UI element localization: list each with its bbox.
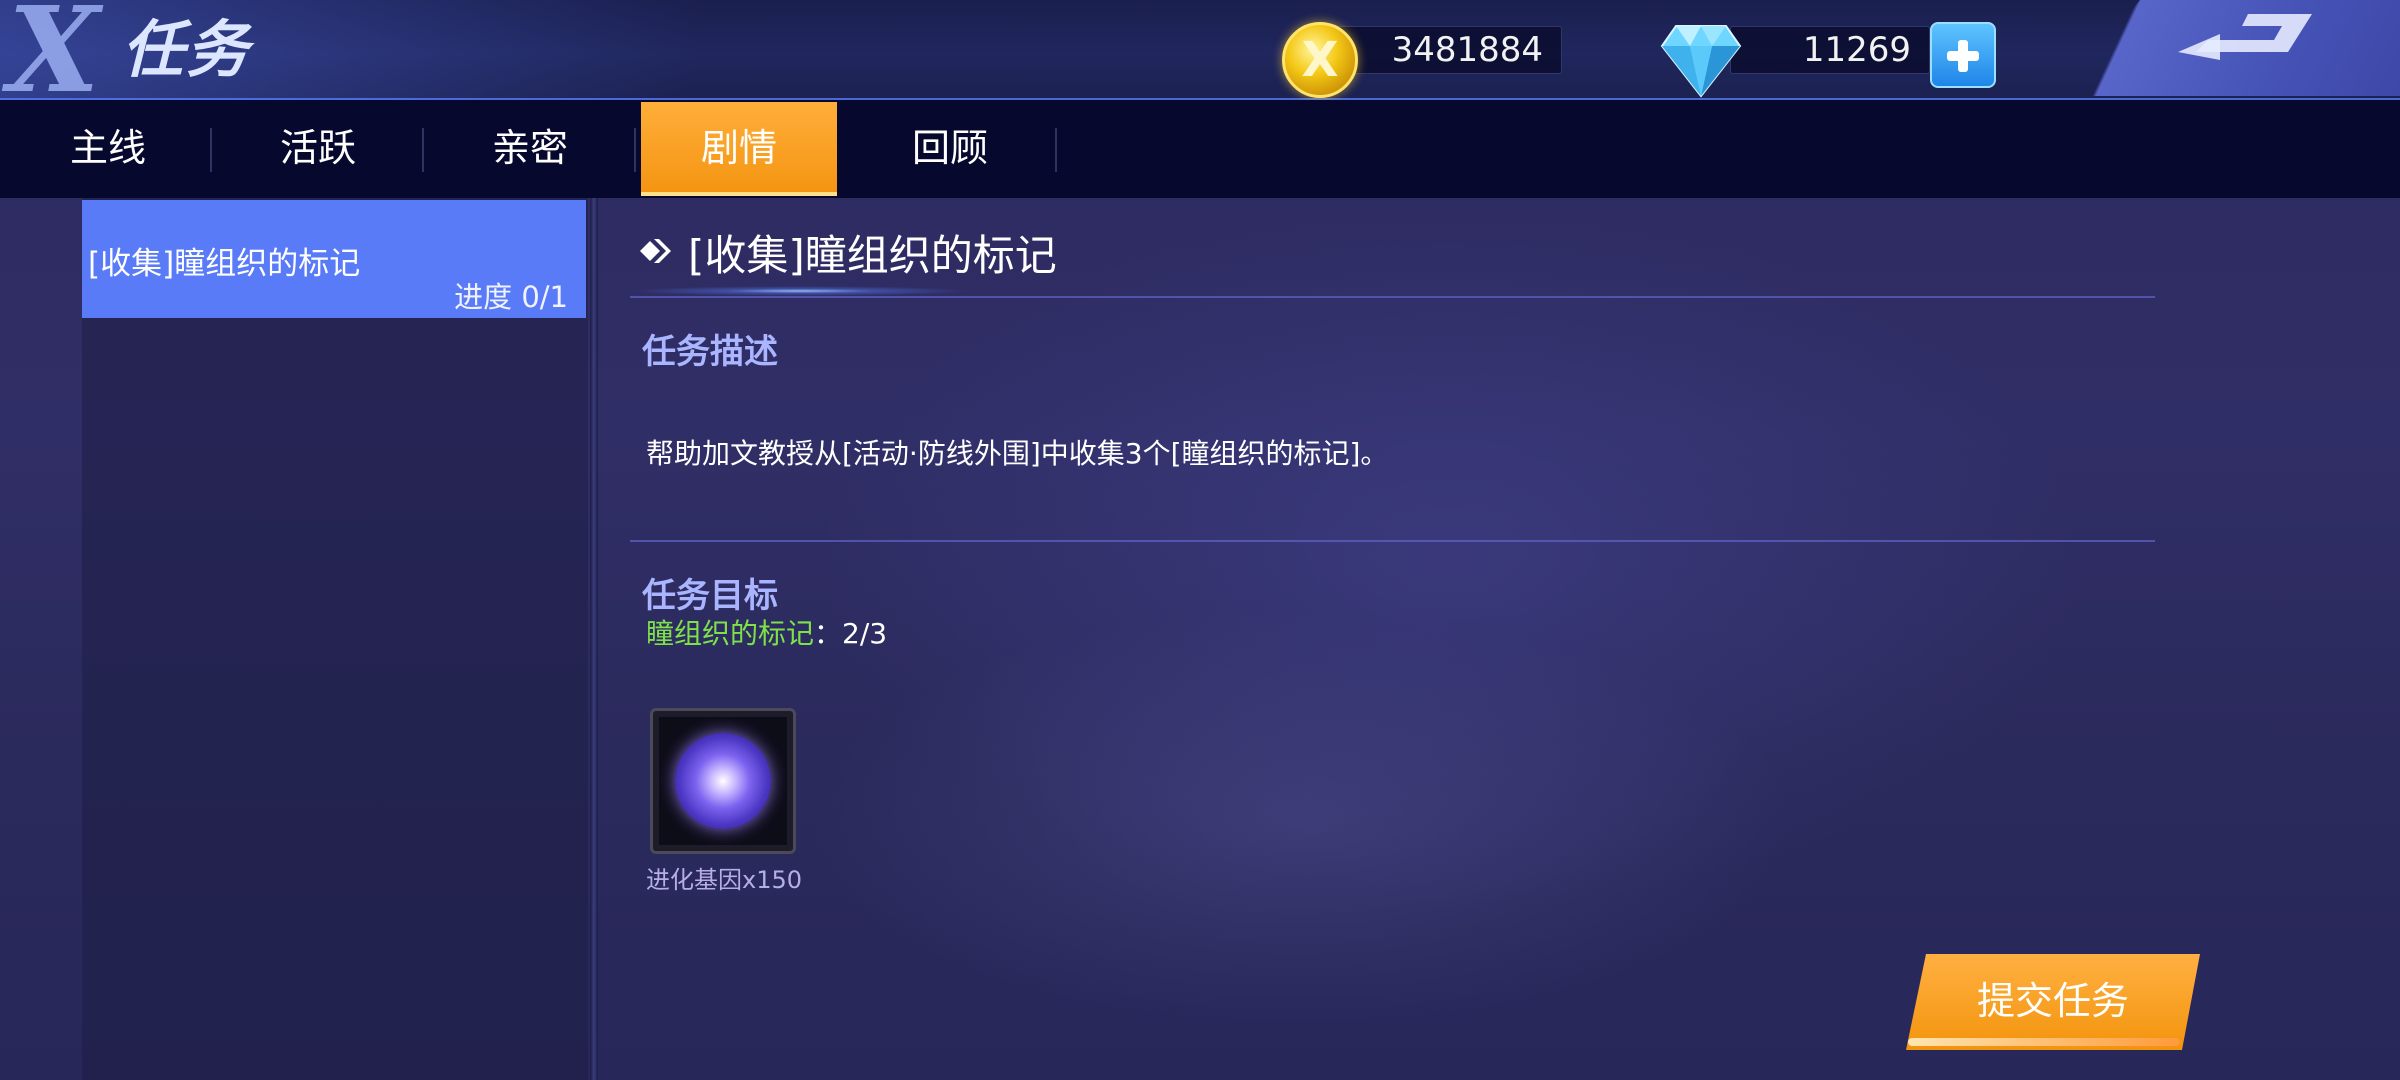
tab-review[interactable]: 回顾 [852,102,1048,196]
quest-item-title: [收集]瞳组织的标记 [88,246,361,282]
reward-label: 进化基因x150 [646,866,803,894]
gold-coin-icon: X [1282,22,1358,98]
title-glow [630,286,970,296]
objective-heading: 任务目标 [642,576,778,616]
panel-divider [590,198,598,1080]
divider-line [630,296,2155,298]
quest-detail-title: [收集]瞳组织的标记 [688,231,1057,280]
diamond-icon [1660,25,1742,98]
gold-amount: 3481884 [1322,26,1562,74]
top-bar: X 任务 3481884 X 11269 [0,0,2400,119]
reward-item-slot[interactable] [650,708,796,854]
diamond-currency: 11269 [1660,22,1996,98]
tab-divider [634,128,636,172]
submit-button-underline [1908,1038,2180,1046]
quest-list-item[interactable]: [收集]瞳组织的标记 进度 0/1 [82,200,586,318]
back-arrow-icon [2178,14,2312,60]
divider-line [630,540,2155,542]
tab-plot[interactable]: 剧情 [641,102,837,196]
diamond-amount: 11269 [1730,26,1930,74]
evolution-gene-icon [675,733,771,829]
back-button[interactable] [2060,0,2400,96]
tab-divider [1055,128,1057,172]
quest-objective: 瞳组织的标记：2/3 [646,612,887,652]
tab-divider [210,128,212,172]
tab-divider [422,128,424,172]
objective-count: 2/3 [842,617,888,650]
objective-separator: ： [814,617,843,650]
quest-item-progress: 进度 0/1 [454,280,568,314]
diamond-arrow-icon [640,239,671,263]
logo-x: X [8,0,100,119]
objective-name: 瞳组织的标记 [646,617,815,650]
gold-currency: 3481884 X [1282,22,1562,98]
tab-bar: 主线 活跃 亲密 剧情 回顾 [0,100,2400,198]
tab-main-story[interactable]: 主线 [10,102,206,196]
page-title: 任务 [122,13,251,86]
submit-quest-button[interactable]: 提交任务 [1906,954,2200,1050]
quest-description: 帮助加文教授从[活动·防线外围]中收集3个[瞳组织的标记]。 [646,437,1389,470]
quest-list: [收集]瞳组织的标记 进度 0/1 [82,198,588,1080]
add-diamond-button[interactable] [1930,22,1996,88]
tab-active[interactable]: 活跃 [220,102,416,196]
description-heading: 任务描述 [642,332,778,372]
tab-intimacy[interactable]: 亲密 [432,102,628,196]
